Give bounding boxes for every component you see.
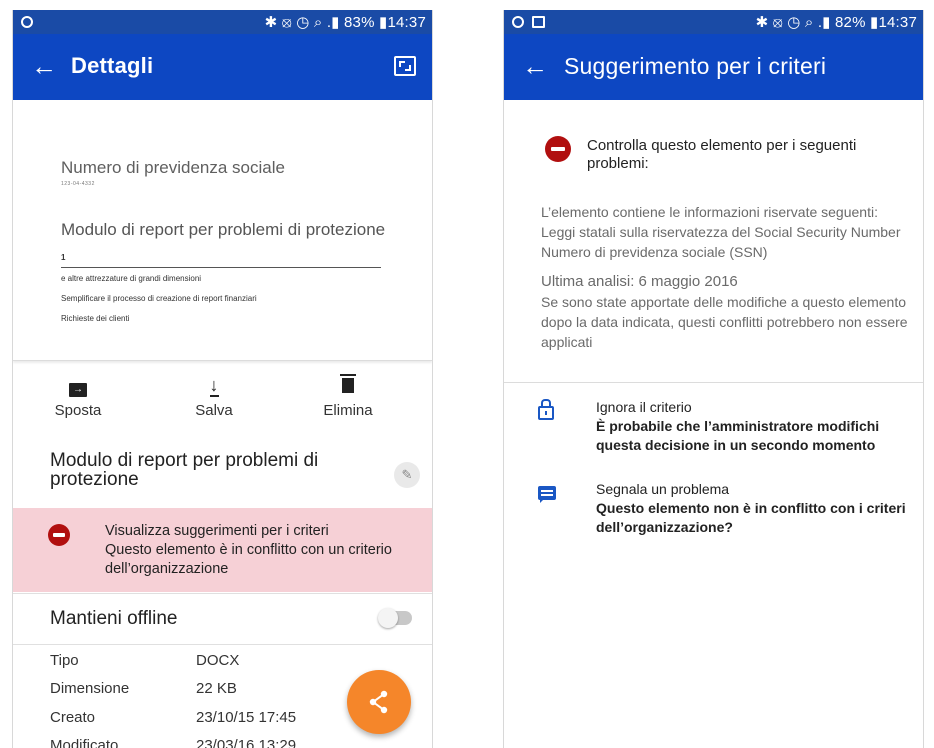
expand-icon[interactable] bbox=[394, 56, 416, 76]
details-screen: ✱ ⦻ ◷ ⌕ .▮ 83% ▮14:37 ← Dettagli Numero … bbox=[12, 10, 433, 748]
property-value: 22 KB bbox=[196, 680, 237, 697]
property-value: DOCX bbox=[196, 652, 240, 669]
keep-offline-toggle[interactable] bbox=[378, 608, 412, 628]
back-arrow-icon[interactable]: ← bbox=[522, 48, 548, 84]
app-bar: ← Suggerimento per i criteri bbox=[504, 34, 923, 100]
delete-label: Elimina bbox=[323, 402, 373, 419]
property-label: Tipo bbox=[50, 652, 79, 669]
preview-line: Richieste dei clienti bbox=[61, 314, 130, 323]
scan-note-text: Se sono state apportate delle modifiche … bbox=[541, 294, 908, 350]
banner-message: Questo elemento è in conflitto con un cr… bbox=[105, 542, 392, 577]
unlock-icon bbox=[538, 399, 554, 420]
property-value: 23/03/16 13:29 bbox=[196, 737, 297, 748]
page-title: Suggerimento per i criteri bbox=[564, 53, 827, 79]
share-button[interactable] bbox=[347, 670, 411, 734]
block-icon bbox=[48, 524, 70, 546]
policy-tip-screen: ✱ ⦻ ◷ ⌕ .▮ 82% ▮14:37 ← Suggerimento per… bbox=[503, 10, 924, 748]
banner-title: Visualizza suggerimenti per i criteri bbox=[105, 523, 329, 539]
preview-number: 123-04-4332 bbox=[61, 181, 95, 187]
keep-offline-label: Mantieni offline bbox=[50, 608, 178, 629]
preview-line: Semplificare il processo di creazione di… bbox=[61, 294, 257, 303]
property-label: Creato bbox=[50, 709, 96, 726]
policy-tip-banner[interactable]: Visualizza suggerimenti per i criteri Qu… bbox=[13, 508, 432, 592]
move-folder-icon: → bbox=[69, 383, 87, 397]
keep-offline-row: Mantieni offline bbox=[13, 593, 432, 645]
save-button[interactable]: ↓ Salva bbox=[169, 375, 259, 419]
status-indicators: ✱ ⦻ ◷ ⌕ .▮ 82% ▮14:37 bbox=[755, 14, 917, 31]
report-title: Segnala un problema bbox=[596, 481, 730, 497]
preview-divider bbox=[61, 267, 381, 268]
preview-subheading: Modulo di report per problemi di protezi… bbox=[61, 220, 386, 239]
sensitive-info-text: L’elemento contiene le informazioni rise… bbox=[541, 204, 901, 260]
property-label: Modificato bbox=[50, 737, 119, 748]
delete-button[interactable]: Elimina bbox=[303, 374, 393, 419]
feedback-icon bbox=[538, 486, 556, 503]
override-title: Ignora il criterio bbox=[596, 399, 692, 415]
trash-icon bbox=[340, 374, 356, 393]
page-title: Dettagli bbox=[71, 53, 154, 78]
download-icon: ↓ bbox=[209, 375, 219, 397]
edit-pencil-icon[interactable]: ✎ bbox=[394, 462, 420, 488]
move-label: Sposta bbox=[54, 402, 102, 419]
status-indicators: ✱ ⦻ ◷ ⌕ .▮ 83% ▮14:37 bbox=[264, 14, 426, 31]
override-policy-item[interactable]: Ignora il criterio È probabile che l’amm… bbox=[504, 398, 923, 458]
document-preview[interactable]: Numero di previdenza sociale 123-04-4332… bbox=[13, 100, 432, 361]
property-label: Dimensione bbox=[50, 680, 130, 697]
preview-line: e altre attrezzature di grandi dimension… bbox=[61, 274, 202, 283]
preview-list-number: 1 bbox=[61, 253, 66, 262]
report-desc: Questo elemento non è in conflitto con i… bbox=[596, 500, 906, 535]
property-row: Modificato 23/03/16 13:29 bbox=[13, 737, 432, 748]
status-bar: ✱ ⦻ ◷ ⌕ .▮ 82% ▮14:37 bbox=[504, 10, 923, 34]
app-bar: ← Dettagli bbox=[13, 34, 432, 100]
save-label: Salva bbox=[195, 402, 233, 419]
preview-heading: Numero di previdenza sociale bbox=[61, 158, 285, 177]
override-desc: È probabile che l’amministratore modific… bbox=[596, 418, 880, 453]
last-scan-text: Ultima analisi: 6 maggio 2016 bbox=[541, 273, 738, 290]
status-bar: ✱ ⦻ ◷ ⌕ .▮ 83% ▮14:37 bbox=[13, 10, 432, 34]
property-value: 23/10/15 17:45 bbox=[196, 709, 297, 726]
report-issue-item[interactable]: Segnala un problema Questo elemento non … bbox=[504, 480, 923, 540]
check-heading: Controlla questo elemento per i seguenti… bbox=[587, 137, 857, 172]
share-icon bbox=[369, 690, 388, 714]
status-dot-icon bbox=[21, 13, 33, 30]
block-icon bbox=[545, 136, 571, 162]
back-arrow-icon[interactable]: ← bbox=[31, 48, 57, 84]
status-icons-left bbox=[512, 13, 545, 30]
move-button[interactable]: → Sposta bbox=[33, 375, 123, 419]
file-title: Modulo di report per problemi di protezi… bbox=[50, 450, 319, 490]
